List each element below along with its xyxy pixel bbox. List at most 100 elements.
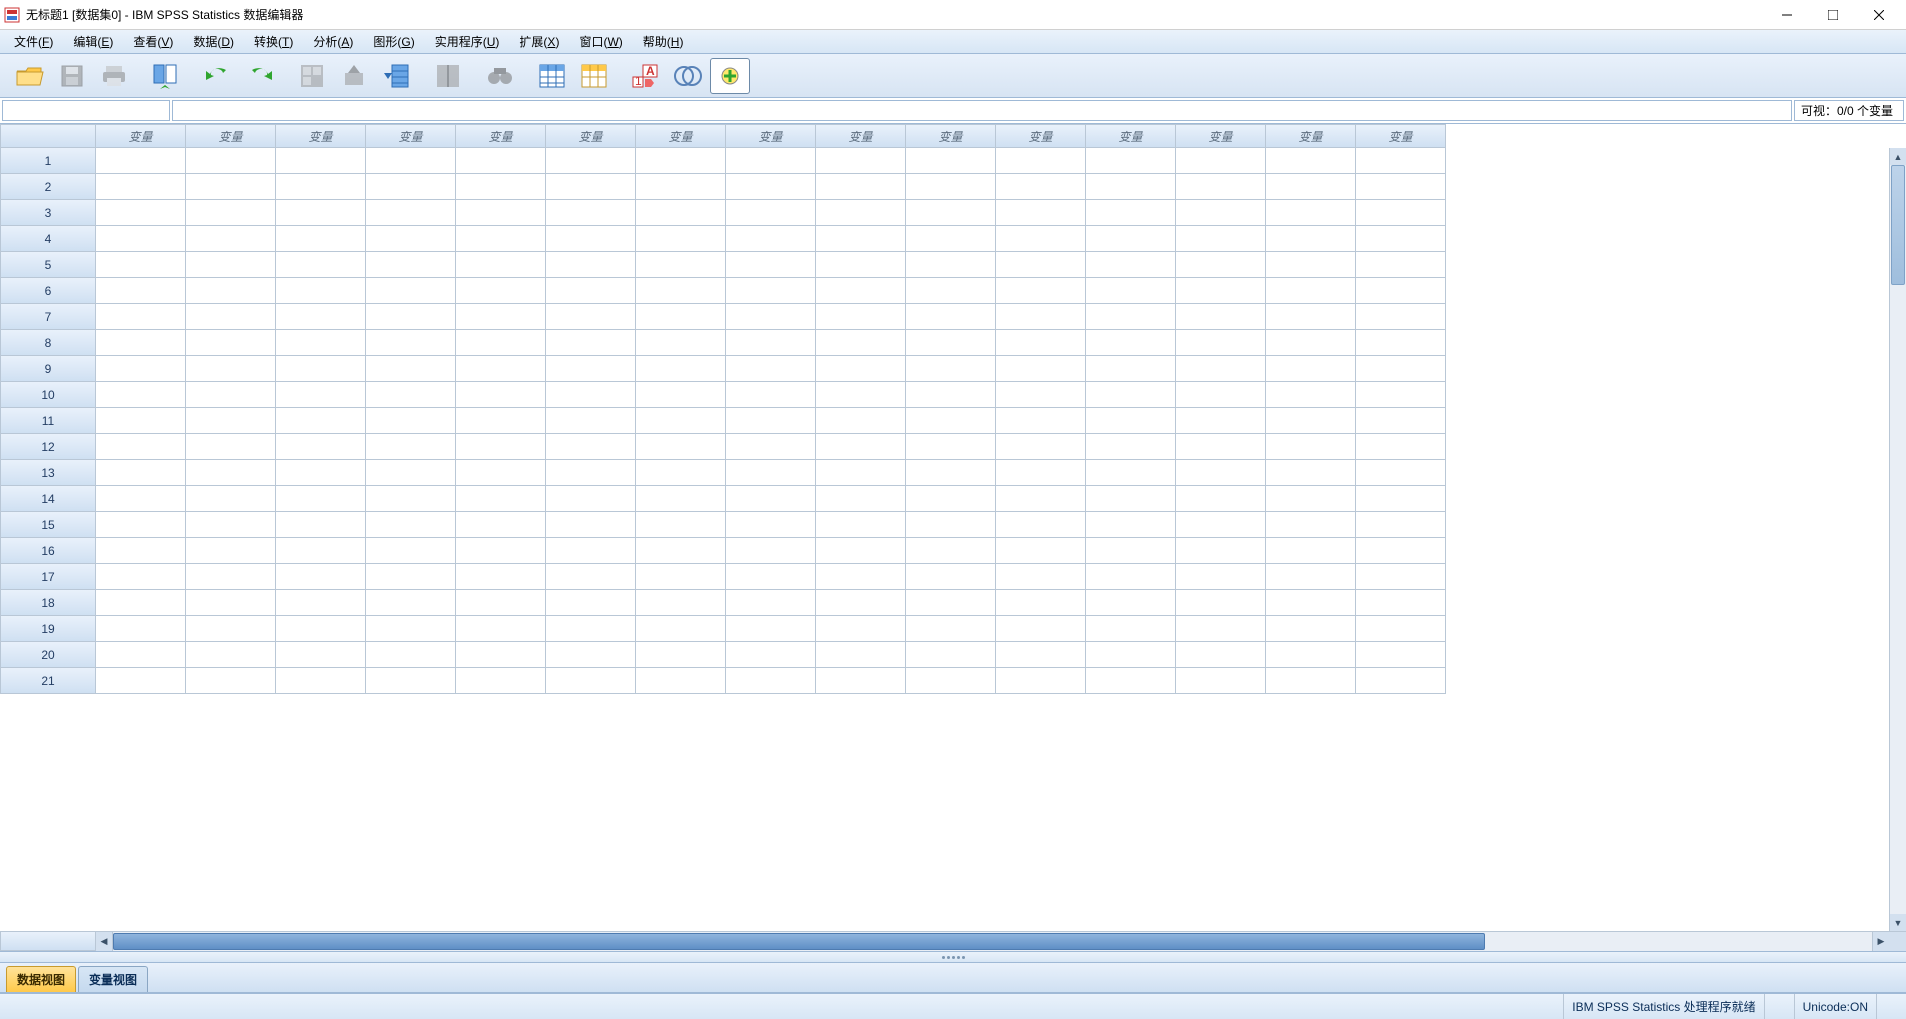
grid-cell[interactable] bbox=[1266, 382, 1356, 408]
grid-cell[interactable] bbox=[1086, 356, 1176, 382]
grid-cell[interactable] bbox=[726, 564, 816, 590]
goto-case-button[interactable] bbox=[292, 58, 332, 94]
horizontal-scroll-thumb[interactable] bbox=[113, 933, 1485, 950]
cell-name-box[interactable] bbox=[2, 100, 170, 121]
grid-cell[interactable] bbox=[996, 460, 1086, 486]
row-header[interactable]: 6 bbox=[0, 278, 96, 304]
row-header[interactable]: 1 bbox=[0, 148, 96, 174]
menu-transform[interactable]: 转换(T) bbox=[244, 31, 303, 52]
grid-cell[interactable] bbox=[546, 564, 636, 590]
grid-cell[interactable] bbox=[186, 486, 276, 512]
grid-cell[interactable] bbox=[456, 200, 546, 226]
menu-analyze[interactable]: 分析(A) bbox=[303, 31, 363, 52]
grid-cell[interactable] bbox=[276, 512, 366, 538]
grid-cell[interactable] bbox=[816, 460, 906, 486]
grid-cell[interactable] bbox=[276, 434, 366, 460]
row-header[interactable]: 5 bbox=[0, 252, 96, 278]
grid-cell[interactable] bbox=[1086, 330, 1176, 356]
column-header[interactable]: 变量 bbox=[1266, 124, 1356, 148]
grid-cell[interactable] bbox=[276, 668, 366, 694]
grid-cell[interactable] bbox=[906, 330, 996, 356]
grid-cell[interactable] bbox=[1266, 590, 1356, 616]
grid-cell[interactable] bbox=[1086, 278, 1176, 304]
grid-cell[interactable] bbox=[546, 616, 636, 642]
grid-cell[interactable] bbox=[1266, 668, 1356, 694]
grid-cell[interactable] bbox=[186, 564, 276, 590]
grid-cell[interactable] bbox=[1176, 252, 1266, 278]
grid-cell[interactable] bbox=[1086, 590, 1176, 616]
grid-cell[interactable] bbox=[276, 642, 366, 668]
column-header[interactable]: 变量 bbox=[726, 124, 816, 148]
grid-cell[interactable] bbox=[726, 538, 816, 564]
grid-cell[interactable] bbox=[1356, 278, 1446, 304]
grid-cell[interactable] bbox=[816, 278, 906, 304]
grid-cell[interactable] bbox=[906, 278, 996, 304]
grid-cell[interactable] bbox=[726, 642, 816, 668]
grid-cell[interactable] bbox=[996, 538, 1086, 564]
grid-cell[interactable] bbox=[186, 278, 276, 304]
grid-cell[interactable] bbox=[96, 512, 186, 538]
grid-cell[interactable] bbox=[1176, 642, 1266, 668]
grid-cell[interactable] bbox=[366, 200, 456, 226]
grid-cell[interactable] bbox=[816, 304, 906, 330]
grid-cell[interactable] bbox=[1356, 642, 1446, 668]
grid-cell[interactable] bbox=[456, 434, 546, 460]
grid-cell[interactable] bbox=[456, 616, 546, 642]
row-header[interactable]: 10 bbox=[0, 382, 96, 408]
menu-view[interactable]: 查看(V) bbox=[123, 31, 183, 52]
grid-cell[interactable] bbox=[366, 538, 456, 564]
grid-cell[interactable] bbox=[636, 356, 726, 382]
grid-cell[interactable] bbox=[996, 382, 1086, 408]
grid-cell[interactable] bbox=[1176, 564, 1266, 590]
grid-cell[interactable] bbox=[1176, 512, 1266, 538]
grid-cell[interactable] bbox=[456, 148, 546, 174]
grid-cell[interactable] bbox=[366, 590, 456, 616]
grid-cell[interactable] bbox=[906, 460, 996, 486]
grid-cell[interactable] bbox=[906, 642, 996, 668]
column-header[interactable]: 变量 bbox=[1176, 124, 1266, 148]
row-header[interactable]: 7 bbox=[0, 304, 96, 330]
grid-cell[interactable] bbox=[96, 434, 186, 460]
grid-cell[interactable] bbox=[456, 226, 546, 252]
grid-cell[interactable] bbox=[186, 330, 276, 356]
grid-cell[interactable] bbox=[1266, 174, 1356, 200]
row-header[interactable]: 17 bbox=[0, 564, 96, 590]
column-header[interactable]: 变量 bbox=[366, 124, 456, 148]
grid-cell[interactable] bbox=[636, 200, 726, 226]
row-header[interactable]: 15 bbox=[0, 512, 96, 538]
grid-cell[interactable] bbox=[726, 512, 816, 538]
grid-cell[interactable] bbox=[1356, 200, 1446, 226]
column-header[interactable]: 变量 bbox=[996, 124, 1086, 148]
column-header[interactable]: 变量 bbox=[1086, 124, 1176, 148]
grid-cell[interactable] bbox=[906, 382, 996, 408]
grid-cell[interactable] bbox=[456, 460, 546, 486]
grid-cell[interactable] bbox=[186, 356, 276, 382]
grid-cell[interactable] bbox=[546, 668, 636, 694]
grid-cell[interactable] bbox=[1266, 616, 1356, 642]
grid-cell[interactable] bbox=[906, 512, 996, 538]
grid-cell[interactable] bbox=[456, 356, 546, 382]
grid-cell[interactable] bbox=[456, 564, 546, 590]
grid-cell[interactable] bbox=[1176, 278, 1266, 304]
grid-cell[interactable] bbox=[366, 330, 456, 356]
grid-cell[interactable] bbox=[906, 148, 996, 174]
grid-cell[interactable] bbox=[726, 148, 816, 174]
grid-cell[interactable] bbox=[726, 408, 816, 434]
grid-cell[interactable] bbox=[456, 174, 546, 200]
grid-cell[interactable] bbox=[456, 304, 546, 330]
grid-cell[interactable] bbox=[726, 616, 816, 642]
grid-cell[interactable] bbox=[186, 668, 276, 694]
grid-cell[interactable] bbox=[546, 278, 636, 304]
grid-cell[interactable] bbox=[186, 382, 276, 408]
grid-cell[interactable] bbox=[186, 304, 276, 330]
grid-cell[interactable] bbox=[996, 642, 1086, 668]
grid-cell[interactable] bbox=[186, 616, 276, 642]
grid-cell[interactable] bbox=[276, 616, 366, 642]
grid-cell[interactable] bbox=[96, 590, 186, 616]
grid-cell[interactable] bbox=[366, 304, 456, 330]
grid-cell[interactable] bbox=[1176, 174, 1266, 200]
grid-cell[interactable] bbox=[1086, 148, 1176, 174]
grid-cell[interactable] bbox=[996, 512, 1086, 538]
grid-cell[interactable] bbox=[816, 174, 906, 200]
grid-cell[interactable] bbox=[1086, 486, 1176, 512]
